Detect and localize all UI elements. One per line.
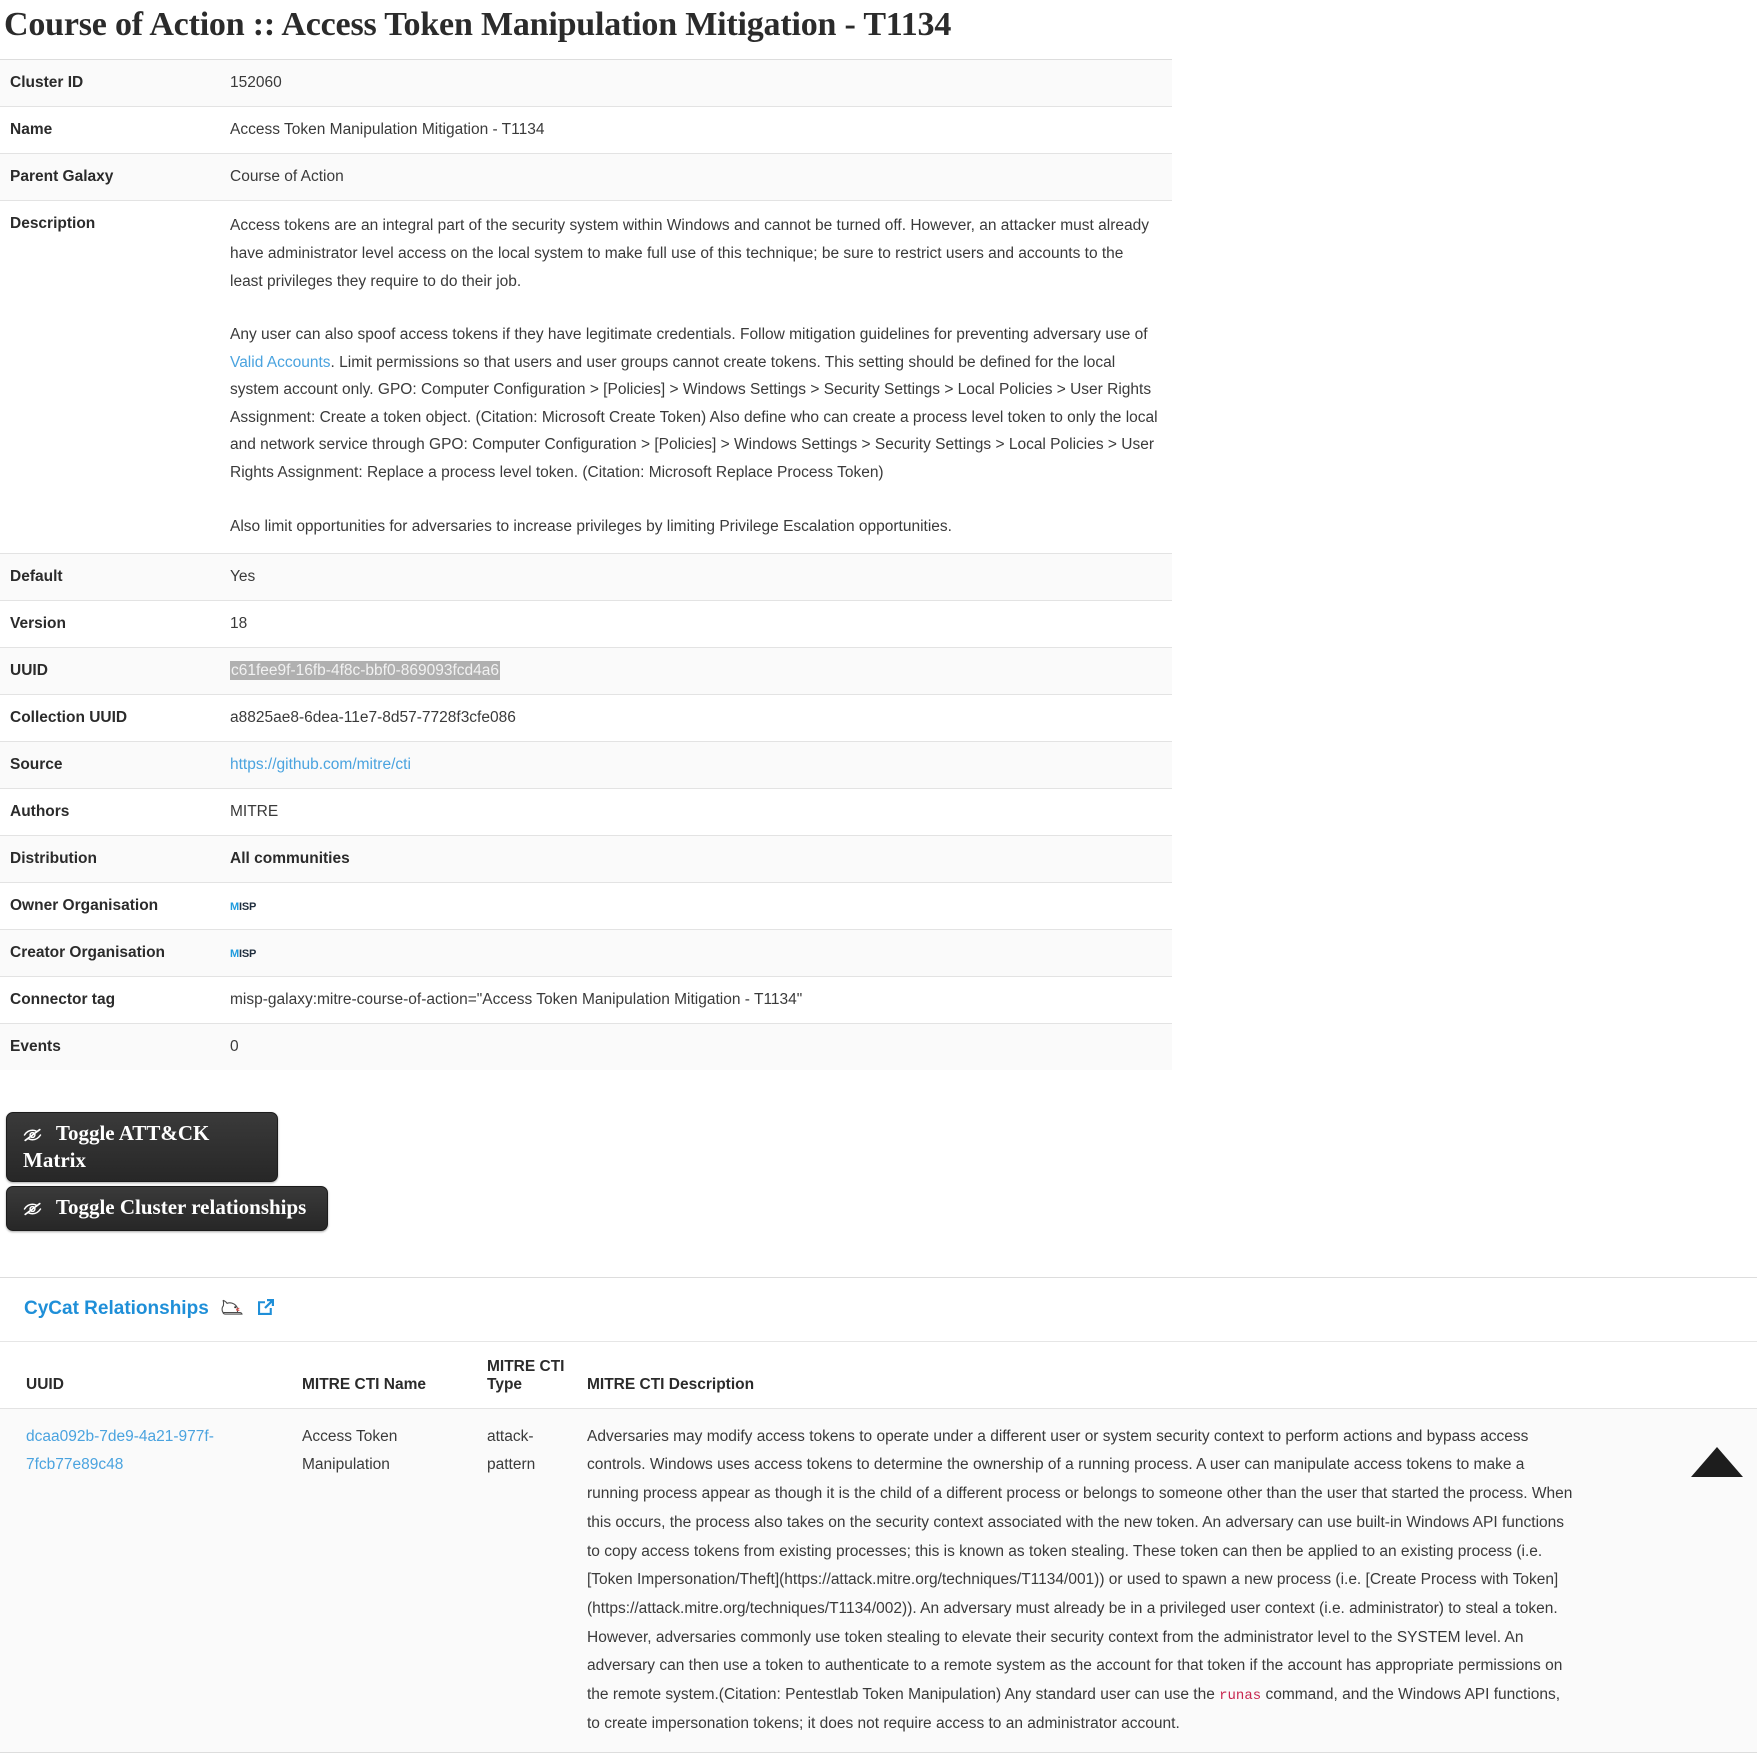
toggle-cluster-relationships-label: Toggle Cluster relationships: [55, 1194, 307, 1219]
toggle-button-group: Toggle ATT&CK Matrix Toggle Cluster rela…: [6, 1112, 1757, 1231]
attr-value-owner-organisation: MISP: [220, 883, 1172, 930]
column-header-mitre-cti-description: MITRE CTI Description: [587, 1341, 1757, 1409]
attr-value-authors: MITRE: [230, 803, 279, 821]
attr-value-events: 0: [230, 1038, 239, 1056]
column-header-type-line1: MITRE CTI: [487, 1357, 565, 1375]
attr-label-events: Events: [10, 1038, 61, 1056]
table-row-connector-tag: Connector tag misp-galaxy:mitre-course-o…: [0, 976, 1172, 1024]
toggle-attck-matrix-button[interactable]: Toggle ATT&CK Matrix: [6, 1112, 278, 1182]
attr-label-cluster-id: Cluster ID: [10, 74, 84, 92]
table-row-default: Default Yes: [0, 553, 1172, 601]
table-row: dcaa092b-7de9-4a21-977f-7fcb77e89c48 Acc…: [0, 1408, 1757, 1753]
table-row-uuid: UUID c61fee9f-16fb-4f8c-bbf0-869093fcd4a…: [0, 647, 1172, 695]
uuid-selected-text[interactable]: c61fee9f-16fb-4f8c-bbf0-869093fcd4a6: [230, 661, 501, 681]
table-row-description: Description Access tokens are an integra…: [0, 200, 1172, 554]
runas-code-snippet: runas: [1219, 1687, 1262, 1704]
attr-label-source: Source: [10, 756, 63, 774]
attr-value-parent-galaxy: Course of Action: [230, 168, 344, 186]
attr-value-collection-uuid: a8825ae8-6dea-11e7-8d57-7728f3cfe086: [230, 709, 516, 727]
attr-label-connector-tag: Connector tag: [10, 991, 116, 1009]
table-row-owner-organisation: Owner Organisation MISP: [0, 882, 1172, 930]
attr-label-version: Version: [10, 615, 66, 633]
cell-mitre-cti-description: Adversaries may modify access tokens to …: [587, 1408, 1757, 1752]
attr-value-connector-tag: misp-galaxy:mitre-course-of-action="Acce…: [230, 991, 803, 1009]
table-row-events: Events 0: [0, 1023, 1172, 1071]
cell-uuid: dcaa092b-7de9-4a21-977f-7fcb77e89c48: [0, 1408, 302, 1752]
relationship-uuid-link[interactable]: dcaa092b-7de9-4a21-977f-7fcb77e89c48: [26, 1428, 214, 1474]
attr-value-description: Access tokens are an integral part of th…: [220, 201, 1172, 554]
cycat-cat-logo-icon: [219, 1296, 245, 1323]
cycat-table-body: dcaa092b-7de9-4a21-977f-7fcb77e89c48 Acc…: [0, 1408, 1757, 1753]
column-header-mitre-cti-type: MITRE CTI Type: [487, 1341, 587, 1409]
cycat-panel-header: CyCat Relationships: [0, 1278, 1757, 1342]
table-header-row: UUID MITRE CTI Name MITRE CTI Type MITRE…: [0, 1341, 1757, 1409]
description-paragraph-3: Also limit opportunities for adversaries…: [230, 517, 952, 535]
cycat-relationships-panel: CyCat Relationships UUID MITRE CTI Name …: [0, 1276, 1757, 1753]
source-link[interactable]: https://github.com/mitre/cti: [230, 756, 411, 773]
attr-label-default: Default: [10, 568, 63, 586]
toggle-cluster-relationships-button[interactable]: Toggle Cluster relationships: [6, 1185, 328, 1231]
attr-value-distribution: All communities: [230, 850, 350, 868]
eye-slash-icon: [23, 1197, 42, 1221]
misp-logo-isp: ISP: [238, 948, 257, 961]
cell-mitre-cti-name: Access Token Manipulation: [302, 1427, 398, 1474]
attr-label-uuid: UUID: [10, 662, 48, 680]
attr-label-creator-organisation: Creator Organisation: [10, 944, 166, 962]
page-title: Course of Action :: Access Token Manipul…: [4, 6, 952, 43]
misp-logo-icon: MISP: [230, 946, 256, 963]
misp-logo-icon: MISP: [230, 899, 256, 916]
table-row-version: Version 18: [0, 600, 1172, 648]
toggle-attck-matrix-label: Toggle ATT&CK Matrix: [23, 1121, 210, 1172]
table-row-name: Name Access Token Manipulation Mitigatio…: [0, 106, 1172, 154]
misp-logo-isp: ISP: [238, 901, 257, 914]
attr-value-default: Yes: [230, 568, 256, 586]
description-paragraph-2: Any user can also spoof access tokens if…: [230, 321, 1160, 486]
table-row-creator-organisation: Creator Organisation MISP: [0, 929, 1172, 977]
column-header-mitre-cti-name: MITRE CTI Name: [302, 1341, 487, 1409]
description-p2-pre: Any user can also spoof access tokens if…: [230, 326, 1148, 344]
page-root: Course of Action :: Access Token Manipul…: [0, 0, 1757, 1753]
column-header-uuid: UUID: [0, 1341, 302, 1409]
attr-label-parent-galaxy: Parent Galaxy: [10, 168, 114, 186]
attr-value-name: Access Token Manipulation Mitigation - T…: [230, 121, 545, 139]
attr-value-uuid[interactable]: c61fee9f-16fb-4f8c-bbf0-869093fcd4a6: [220, 648, 1172, 695]
valid-accounts-link[interactable]: Valid Accounts: [230, 354, 331, 371]
table-row-authors: Authors MITRE: [0, 788, 1172, 836]
column-header-type-line2: Type: [487, 1375, 523, 1393]
scroll-to-top-button[interactable]: [1691, 1447, 1743, 1477]
cycat-external-link-icon[interactable]: [255, 1296, 277, 1323]
attr-label-name: Name: [10, 121, 53, 139]
description-text-pre: Adversaries may modify access tokens to …: [587, 1427, 1573, 1703]
description-p2-post: . Limit permissions so that users and us…: [230, 353, 1158, 482]
misp-logo-m: M: [230, 901, 239, 914]
cycat-table-header: UUID MITRE CTI Name MITRE CTI Type MITRE…: [0, 1341, 1757, 1409]
table-row-cluster-id: Cluster ID 152060: [0, 59, 1172, 107]
attr-value-source: https://github.com/mitre/cti: [220, 742, 1172, 789]
attr-value-cluster-id: 152060: [230, 74, 282, 92]
attr-label-collection-uuid: Collection UUID: [10, 709, 128, 727]
attr-label-distribution: Distribution: [10, 850, 97, 868]
table-row-distribution: Distribution All communities: [0, 835, 1172, 883]
attr-label-description: Description: [10, 215, 96, 233]
cluster-attributes-table: Cluster ID 152060 Name Access Token Mani…: [0, 59, 1172, 1071]
cycat-relationships-table: UUID MITRE CTI Name MITRE CTI Type MITRE…: [0, 1341, 1757, 1753]
attr-value-creator-organisation: MISP: [220, 930, 1172, 977]
table-row-source: Source https://github.com/mitre/cti: [0, 741, 1172, 789]
description-paragraph-1: Access tokens are an integral part of th…: [230, 217, 1149, 290]
cell-mitre-cti-type: attack-pattern: [487, 1427, 536, 1474]
table-row-parent-galaxy: Parent Galaxy Course of Action: [0, 153, 1172, 201]
attr-label-authors: Authors: [10, 803, 70, 821]
misp-logo-m: M: [230, 948, 239, 961]
attr-value-version: 18: [230, 615, 248, 633]
cycat-title: CyCat Relationships: [24, 1298, 209, 1320]
table-row-collection-uuid: Collection UUID a8825ae8-6dea-11e7-8d57-…: [0, 694, 1172, 742]
eye-slash-icon: [23, 1123, 42, 1147]
attr-label-owner-organisation: Owner Organisation: [10, 897, 159, 915]
